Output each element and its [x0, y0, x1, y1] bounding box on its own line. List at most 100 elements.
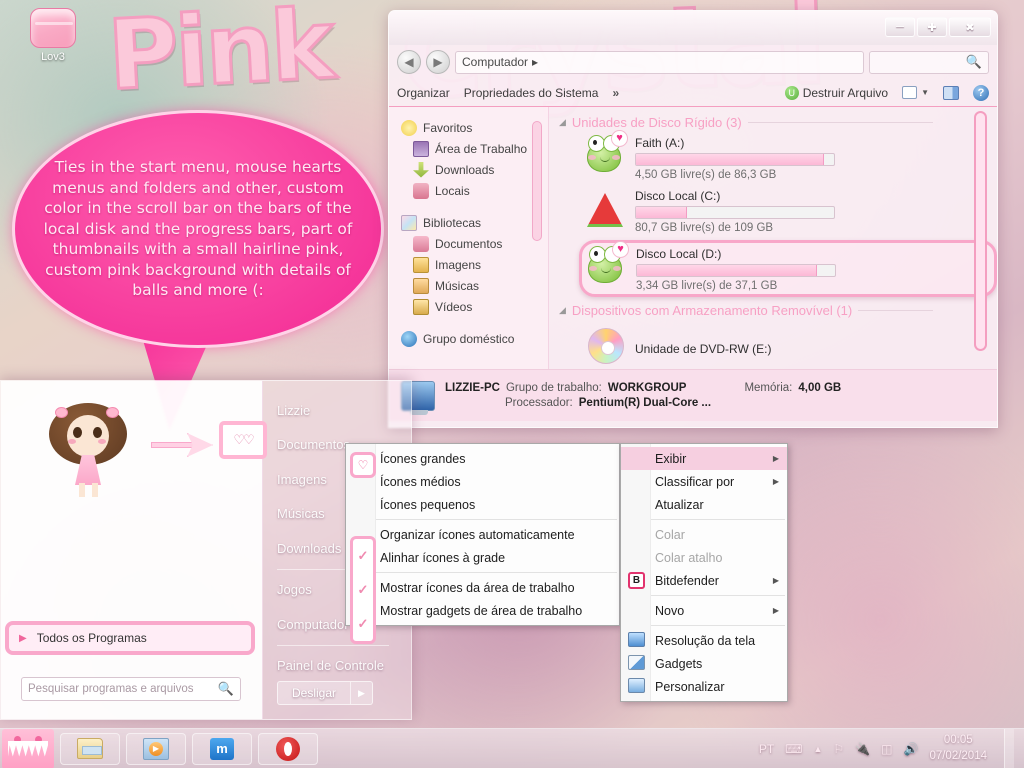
context-menu-separator: [651, 595, 785, 596]
submenu-item-icones-pequenos[interactable]: Ícones pequenos: [346, 493, 619, 516]
group-header-hard-drives[interactable]: ◢ Unidades de Disco Rígido (3): [559, 115, 997, 130]
language-indicator[interactable]: PT: [759, 742, 774, 756]
nav-item-locais[interactable]: Locais: [399, 180, 548, 201]
nav-item-label: Músicas: [435, 278, 480, 293]
chevron-right-icon: ▶: [772, 576, 779, 585]
drive-usage-fill: [636, 207, 688, 218]
nav-item-documentos[interactable]: Documentos: [399, 233, 548, 254]
context-item-atualizar[interactable]: Atualizar: [621, 493, 787, 516]
collapse-triangle-icon[interactable]: ◢: [559, 117, 566, 128]
clock[interactable]: 00:05 07/02/2014: [929, 733, 993, 764]
preview-pane-icon[interactable]: [943, 85, 959, 100]
memory-label: Memória:: [744, 382, 793, 394]
show-hidden-icons-icon[interactable]: ▲: [814, 744, 823, 754]
nav-item-musicas[interactable]: Músicas: [399, 275, 548, 296]
nav-item-label: Documentos: [435, 236, 503, 251]
context-item-resolucao-da-tela[interactable]: Resolução da tela: [621, 629, 787, 652]
taskbar-button-media-player[interactable]: ▶: [126, 732, 186, 765]
show-desktop-button[interactable]: [1004, 728, 1014, 768]
context-item-label: Gadgets: [655, 656, 703, 671]
chevron-right-icon: ▶: [772, 454, 779, 463]
context-item-bitdefender[interactable]: B Bitdefender ▶: [621, 569, 787, 592]
close-button[interactable]: ✖: [949, 17, 991, 37]
all-programs-button[interactable]: ▶ Todos os Programas: [5, 621, 255, 655]
group-header-removable[interactable]: ◢ Dispositivos com Armazenamento Removív…: [559, 303, 997, 318]
destroy-file-button[interactable]: U Destruir Arquivo: [784, 85, 888, 100]
drive-info: Disco Local (C:) 80,7 GB livre(s) de 109…: [635, 187, 835, 234]
desktop-context-menu[interactable]: Exibir ▶ Classificar por ▶ Atualizar Col…: [620, 443, 788, 702]
drive-row-a[interactable]: ♥ Faith (A:) 4,50 GB livre(s) de 86,3 GB: [585, 130, 997, 181]
context-item-label: Bitdefender: [655, 573, 719, 588]
toolbar-overflow-button[interactable]: »: [612, 86, 619, 100]
drive-free-text: 3,34 GB livre(s) de 37,1 GB: [636, 280, 778, 292]
view-submenu[interactable]: ♡ ✓ ✓ ✓ Ícones grandes Ícones médios Íco…: [345, 443, 620, 644]
content-scrollbar-thumb[interactable]: [974, 111, 987, 351]
start-item-painel-de-controle[interactable]: Painel de Controle: [277, 649, 411, 684]
forward-button[interactable]: ▶: [426, 50, 450, 74]
explorer-body: Favoritos Área de Trabalho Downloads Loc…: [389, 107, 997, 369]
submenu-item-icones-grandes[interactable]: Ícones grandes: [346, 447, 619, 470]
submenu-item-organizar-automaticamente[interactable]: Organizar ícones automaticamente: [346, 523, 619, 546]
back-button[interactable]: ◀: [397, 50, 421, 74]
system-properties-button[interactable]: Propriedades do Sistema: [464, 86, 599, 100]
taskbar-button-explorer[interactable]: [60, 732, 120, 765]
power-plug-icon[interactable]: 🔌: [855, 742, 870, 756]
help-icon[interactable]: ?: [973, 84, 989, 101]
drive-row-c[interactable]: Disco Local (C:) 80,7 GB livre(s) de 109…: [585, 187, 997, 234]
taskbar-button-opera[interactable]: [258, 732, 318, 765]
change-view-button[interactable]: ▼: [902, 86, 929, 99]
keyboard-icon[interactable]: ⌨: [785, 742, 802, 756]
submenu-item-alinhar-a-grade[interactable]: Alinhar ícones à grade: [346, 546, 619, 569]
explorer-titlebar[interactable]: ─ ✚ ✖: [389, 11, 997, 45]
nav-libraries-label: Bibliotecas: [423, 215, 482, 230]
search-icon: 🔍: [217, 681, 234, 696]
chevron-right-icon: ▶: [772, 606, 779, 615]
domo-start-icon[interactable]: [2, 728, 54, 768]
explorer-search-box[interactable]: 🔍: [869, 50, 989, 74]
context-item-novo[interactable]: Novo ▶: [621, 599, 787, 622]
shutdown-arrow-icon[interactable]: ▶: [350, 682, 372, 704]
desktop-icon-lov3[interactable]: Lov3: [18, 8, 88, 63]
processor-label: Processador:: [505, 397, 573, 409]
context-item-label: Atualizar: [655, 497, 704, 512]
context-item-personalizar[interactable]: Personalizar: [621, 675, 787, 698]
context-item-exibir[interactable]: Exibir ▶: [621, 447, 787, 470]
submenu-item-mostrar-gadgets[interactable]: Mostrar gadgets de área de trabalho: [346, 599, 619, 622]
navigation-scrollbar-thumb[interactable]: [532, 121, 542, 241]
breadcrumb[interactable]: Computador ▸: [455, 50, 864, 74]
nav-favorites[interactable]: Favoritos: [399, 117, 548, 138]
context-item-gadgets[interactable]: Gadgets: [621, 652, 787, 675]
explorer-window[interactable]: ─ ✚ ✖ ◀ ▶ Computador ▸ 🔍 Organizar Propr…: [388, 10, 998, 428]
chevron-right-icon: ▸: [532, 55, 539, 69]
nav-item-downloads[interactable]: Downloads: [399, 159, 548, 180]
organize-button[interactable]: Organizar: [397, 86, 450, 100]
maximize-button[interactable]: ✚: [917, 17, 947, 37]
breadcrumb-computer[interactable]: Computador: [462, 55, 528, 69]
start-item-lizzie[interactable]: Lizzie: [277, 393, 411, 428]
nav-homegroup[interactable]: Grupo doméstico: [399, 328, 548, 349]
context-item-classificar-por[interactable]: Classificar por ▶: [621, 470, 787, 493]
submenu-item-mostrar-icones[interactable]: Mostrar ícones da área de trabalho: [346, 576, 619, 599]
nav-favorites-label: Favoritos: [423, 120, 473, 135]
action-center-flag-icon[interactable]: ⚐: [833, 742, 844, 756]
start-search-input[interactable]: Pesquisar programas e arquivos 🔍: [21, 677, 241, 701]
volume-speaker-icon[interactable]: 🔊: [903, 742, 918, 756]
network-bars-icon[interactable]: ◫: [881, 742, 892, 756]
drive-row-d[interactable]: ♥ Disco Local (D:) 3,34 GB livre(s) de 3…: [579, 240, 997, 297]
context-menu-separator: [651, 625, 785, 626]
taskbar-button-maxthon[interactable]: m: [192, 732, 252, 765]
drive-row-e[interactable]: Unidade de DVD-RW (E:): [585, 322, 997, 364]
drive-usage-fill: [636, 154, 825, 165]
pink-folder-icon: [30, 8, 76, 48]
shredder-icon: U: [784, 85, 799, 100]
submenu-item-icones-medios[interactable]: Ícones médios: [346, 470, 619, 493]
nav-item-videos[interactable]: Vídeos: [399, 296, 548, 317]
star-icon: [401, 119, 417, 136]
nav-item-desktop[interactable]: Área de Trabalho: [399, 138, 548, 159]
minimize-button[interactable]: ─: [885, 17, 915, 37]
shutdown-button[interactable]: Desligar ▶: [277, 681, 374, 705]
collapse-triangle-icon[interactable]: ◢: [559, 305, 566, 316]
nav-item-imagens[interactable]: Imagens: [399, 254, 548, 275]
nav-libraries[interactable]: Bibliotecas: [399, 212, 548, 233]
